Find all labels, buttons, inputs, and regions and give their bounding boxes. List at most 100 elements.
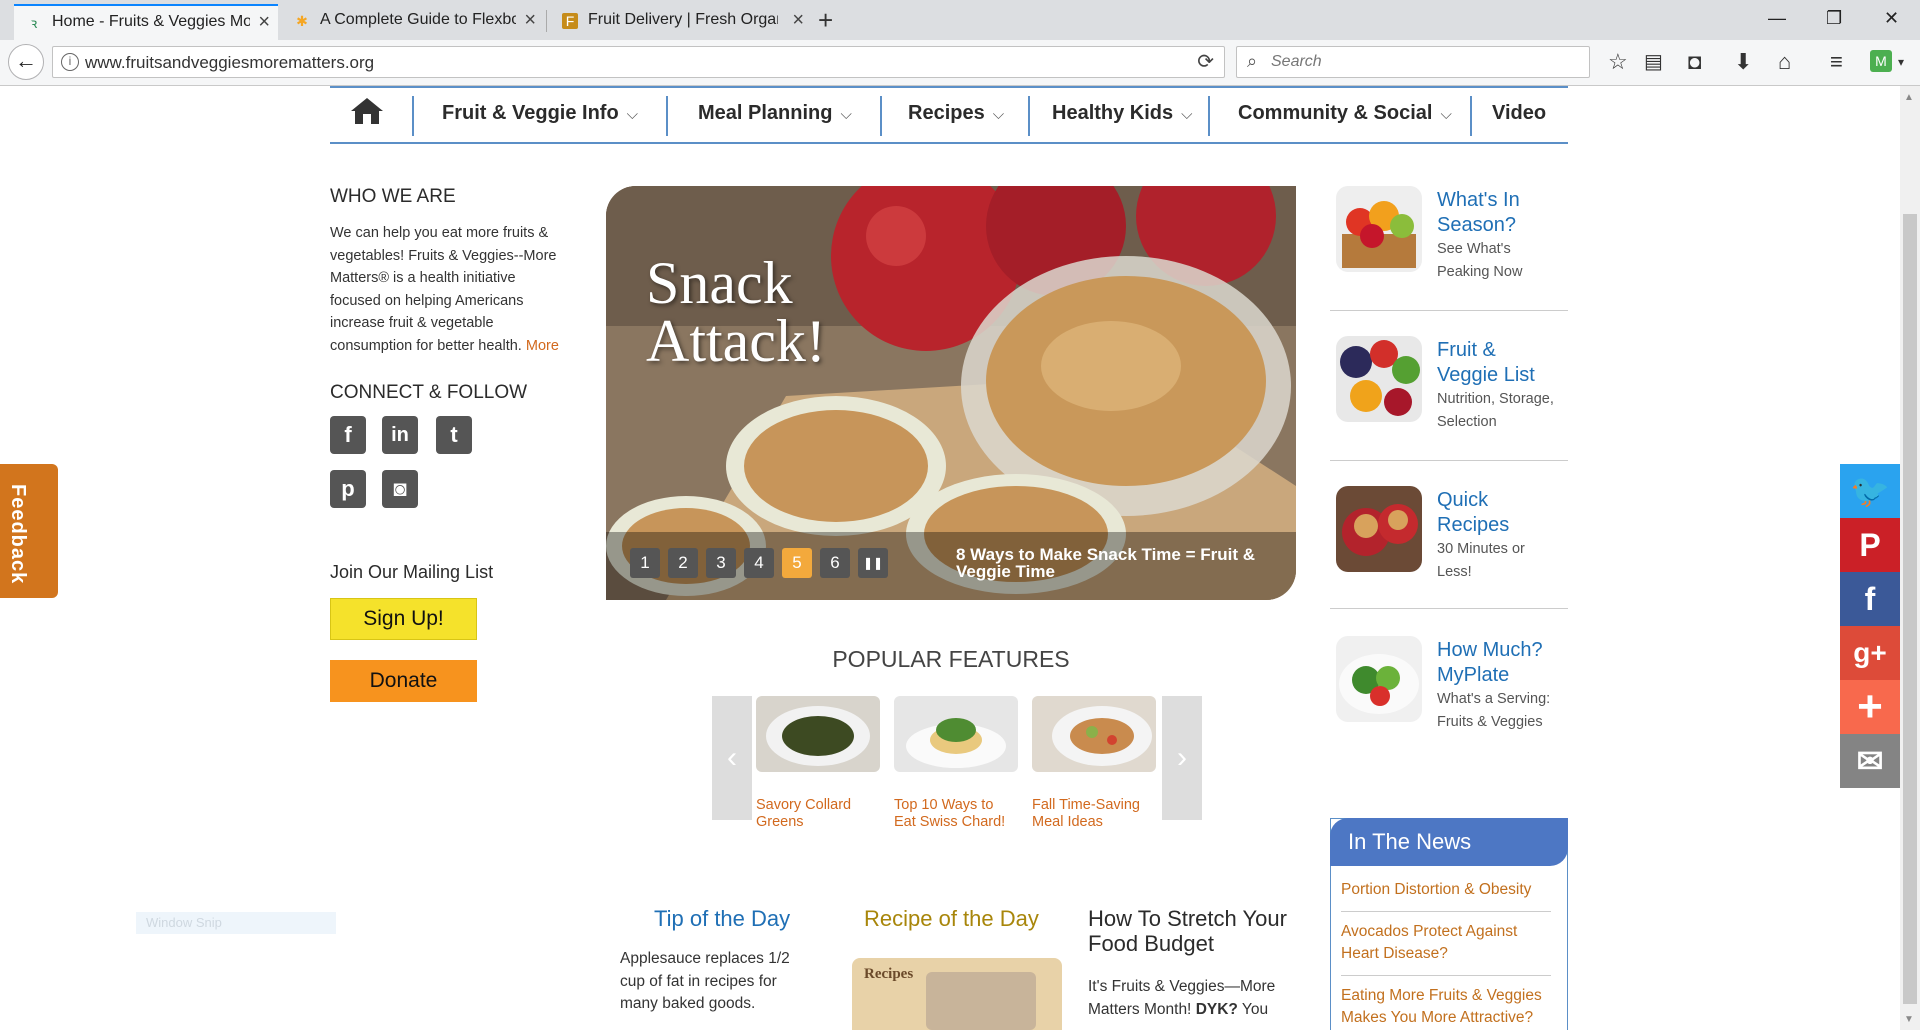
feature-title[interactable]: How Much? MyPlate xyxy=(1437,638,1557,688)
nav-label: Fruit & Veggie Info xyxy=(442,102,619,124)
carousel-prev-button[interactable]: ‹ xyxy=(712,696,752,820)
nav-label: Healthy Kids xyxy=(1052,102,1174,124)
feature-title[interactable]: Fruit & Veggie List xyxy=(1437,338,1557,388)
restore-button[interactable]: ❐ xyxy=(1826,4,1842,32)
news-item[interactable]: Avocados Protect Against Heart Disease? xyxy=(1341,921,1551,965)
popular-item[interactable]: Fall Time-Saving Meal Ideas xyxy=(1032,696,1156,831)
nav-separator xyxy=(1470,96,1472,136)
tab-fruit-delivery[interactable]: F Fruit Delivery | Fresh Organic × xyxy=(550,4,812,40)
pause-button[interactable]: ❚❚ xyxy=(858,548,888,578)
quick-recipes-image[interactable] xyxy=(1336,486,1422,572)
snip-label: Window Snip xyxy=(146,915,222,930)
extension-dropdown-icon[interactable]: ▾ xyxy=(1898,48,1904,76)
fruit-veggie-list-image[interactable] xyxy=(1336,336,1422,422)
home-icon[interactable]: ⌂ xyxy=(1778,48,1791,76)
pinterest-icon[interactable]: p xyxy=(330,470,366,508)
nav-separator xyxy=(880,96,882,136)
nav-meal-planning[interactable]: Meal Planning ⌵ xyxy=(698,102,852,125)
popular-item-label: Fall Time-Saving Meal Ideas xyxy=(1032,797,1140,830)
slide-3-button[interactable]: 3 xyxy=(706,548,736,578)
search-bar[interactable]: ⌕ Search xyxy=(1236,46,1590,78)
url-bar[interactable]: i www.fruitsandveggiesmorematters.org ⟳ xyxy=(52,46,1225,78)
home-icon[interactable] xyxy=(350,96,384,126)
nav-separator xyxy=(412,96,414,136)
scroll-up-icon[interactable]: ▲ xyxy=(1904,92,1914,103)
hero-slideshow[interactable]: Snack Attack! 1 2 3 4 5 6 ❚❚ 8 Ways to M… xyxy=(606,186,1296,600)
nav-recipes[interactable]: Recipes ⌵ xyxy=(908,102,1004,125)
news-item[interactable]: Portion Distortion & Obesity xyxy=(1341,879,1551,901)
stretch-budget-heading[interactable]: How To Stretch Your Food Budget xyxy=(1088,906,1298,956)
popular-item[interactable]: Top 10 Ways to Eat Swiss Chard! xyxy=(894,696,1018,831)
extension-icon[interactable]: M xyxy=(1870,50,1892,72)
recipe-of-the-day-heading[interactable]: Recipe of the Day xyxy=(864,906,1039,932)
scroll-thumb[interactable] xyxy=(1903,214,1917,1004)
share-twitter-icon[interactable]: 🐦 xyxy=(1840,464,1900,518)
slide-1-button[interactable]: 1 xyxy=(630,548,660,578)
recipe-image-label: Recipes xyxy=(864,966,914,982)
tab-flexbox[interactable]: ✱ A Complete Guide to Flexbox × xyxy=(282,4,544,40)
close-tab-icon[interactable]: × xyxy=(792,4,804,36)
nav-fruit-veggie-info[interactable]: Fruit & Veggie Info ⌵ xyxy=(442,102,638,125)
close-tab-icon[interactable]: × xyxy=(258,6,270,38)
close-tab-icon[interactable]: × xyxy=(524,4,536,36)
share-facebook-icon[interactable]: f xyxy=(1840,572,1900,626)
download-icon[interactable]: ⬇ xyxy=(1734,48,1752,76)
nav-video[interactable]: Video xyxy=(1492,102,1546,125)
nav-label: Video xyxy=(1492,102,1547,124)
nav-community-social[interactable]: Community & Social ⌵ xyxy=(1238,102,1452,125)
who-we-are-more-link[interactable]: More xyxy=(526,338,559,354)
tab-home[interactable]: ꝛ Home - Fruits & Veggies More Matters × xyxy=(14,4,278,40)
facebook-icon[interactable]: f xyxy=(330,416,366,454)
nav-healthy-kids[interactable]: Healthy Kids ⌵ xyxy=(1052,102,1193,125)
in-the-news-box: In The News Portion Distortion & Obesity… xyxy=(1330,818,1568,1030)
myplate-image[interactable] xyxy=(1336,636,1422,722)
feature-separator xyxy=(1330,608,1568,609)
popular-item[interactable]: Savory Collard Greens xyxy=(756,696,880,831)
fruit-favicon-icon: F xyxy=(562,13,578,29)
in-the-news-heading: In The News xyxy=(1330,818,1568,866)
tip-of-the-day-heading[interactable]: Tip of the Day xyxy=(654,906,790,932)
feature-separator xyxy=(1330,460,1568,461)
recipe-whisk-image xyxy=(926,972,1036,1030)
slide-6-button[interactable]: 6 xyxy=(820,548,850,578)
nav-label: Meal Planning xyxy=(698,102,833,124)
slide-4-button[interactable]: 4 xyxy=(744,548,774,578)
back-button[interactable]: ← xyxy=(8,44,44,80)
feature-title-whats-in-season[interactable]: What's In Season? xyxy=(1437,188,1547,238)
site-info-icon[interactable]: i xyxy=(61,53,79,71)
feedback-tab[interactable]: Feedback xyxy=(0,464,58,598)
twitter-icon[interactable]: t xyxy=(436,416,472,454)
recipe-of-the-day-image[interactable]: Recipes xyxy=(852,958,1062,1030)
pocket-icon[interactable]: ◘ xyxy=(1688,48,1701,76)
chevron-down-icon: ⌵ xyxy=(1440,106,1452,123)
slide-5-button[interactable]: 5 xyxy=(782,548,812,578)
donate-button[interactable]: Donate xyxy=(330,660,477,702)
tab-separator xyxy=(546,10,547,32)
bookmark-star-icon[interactable]: ☆ xyxy=(1608,48,1628,76)
instagram-icon[interactable]: ◙ xyxy=(382,470,418,508)
chevron-down-icon: ⌵ xyxy=(840,106,852,123)
slide-2-button[interactable]: 2 xyxy=(668,548,698,578)
new-tab-button[interactable]: + xyxy=(818,4,833,36)
feature-title[interactable]: What's In Season? xyxy=(1437,188,1547,238)
linkedin-icon[interactable]: in xyxy=(382,416,418,454)
close-window-button[interactable]: ✕ xyxy=(1884,4,1899,32)
feature-title[interactable]: Quick Recipes xyxy=(1437,488,1547,538)
scroll-down-icon[interactable]: ▼ xyxy=(1904,1014,1914,1025)
page-scrollbar[interactable]: ▲ ▼ xyxy=(1900,86,1920,1030)
signup-button[interactable]: Sign Up! xyxy=(330,598,477,640)
carousel-next-button[interactable]: › xyxy=(1162,696,1202,820)
whats-in-season-image[interactable] xyxy=(1336,186,1422,272)
menu-icon[interactable]: ≡ xyxy=(1830,48,1843,76)
minimize-button[interactable]: — xyxy=(1768,4,1786,32)
hero-caption[interactable]: 8 Ways to Make Snack Time = Fruit & Vegg… xyxy=(956,546,1276,580)
url-text[interactable]: www.fruitsandveggiesmorematters.org xyxy=(85,53,374,73)
reader-list-icon[interactable]: ▤ xyxy=(1644,48,1663,76)
share-email-icon[interactable]: ✉ xyxy=(1840,734,1900,788)
news-item[interactable]: Eating More Fruits & Veggies Makes You M… xyxy=(1341,985,1551,1029)
share-googleplus-icon[interactable]: g+ xyxy=(1840,626,1900,680)
share-more-icon[interactable]: + xyxy=(1840,680,1900,734)
reload-icon[interactable]: ⟳ xyxy=(1197,49,1214,74)
feature-subtitle: Nutrition, Storage, Selection xyxy=(1437,391,1554,430)
share-pinterest-icon[interactable]: P xyxy=(1840,518,1900,572)
